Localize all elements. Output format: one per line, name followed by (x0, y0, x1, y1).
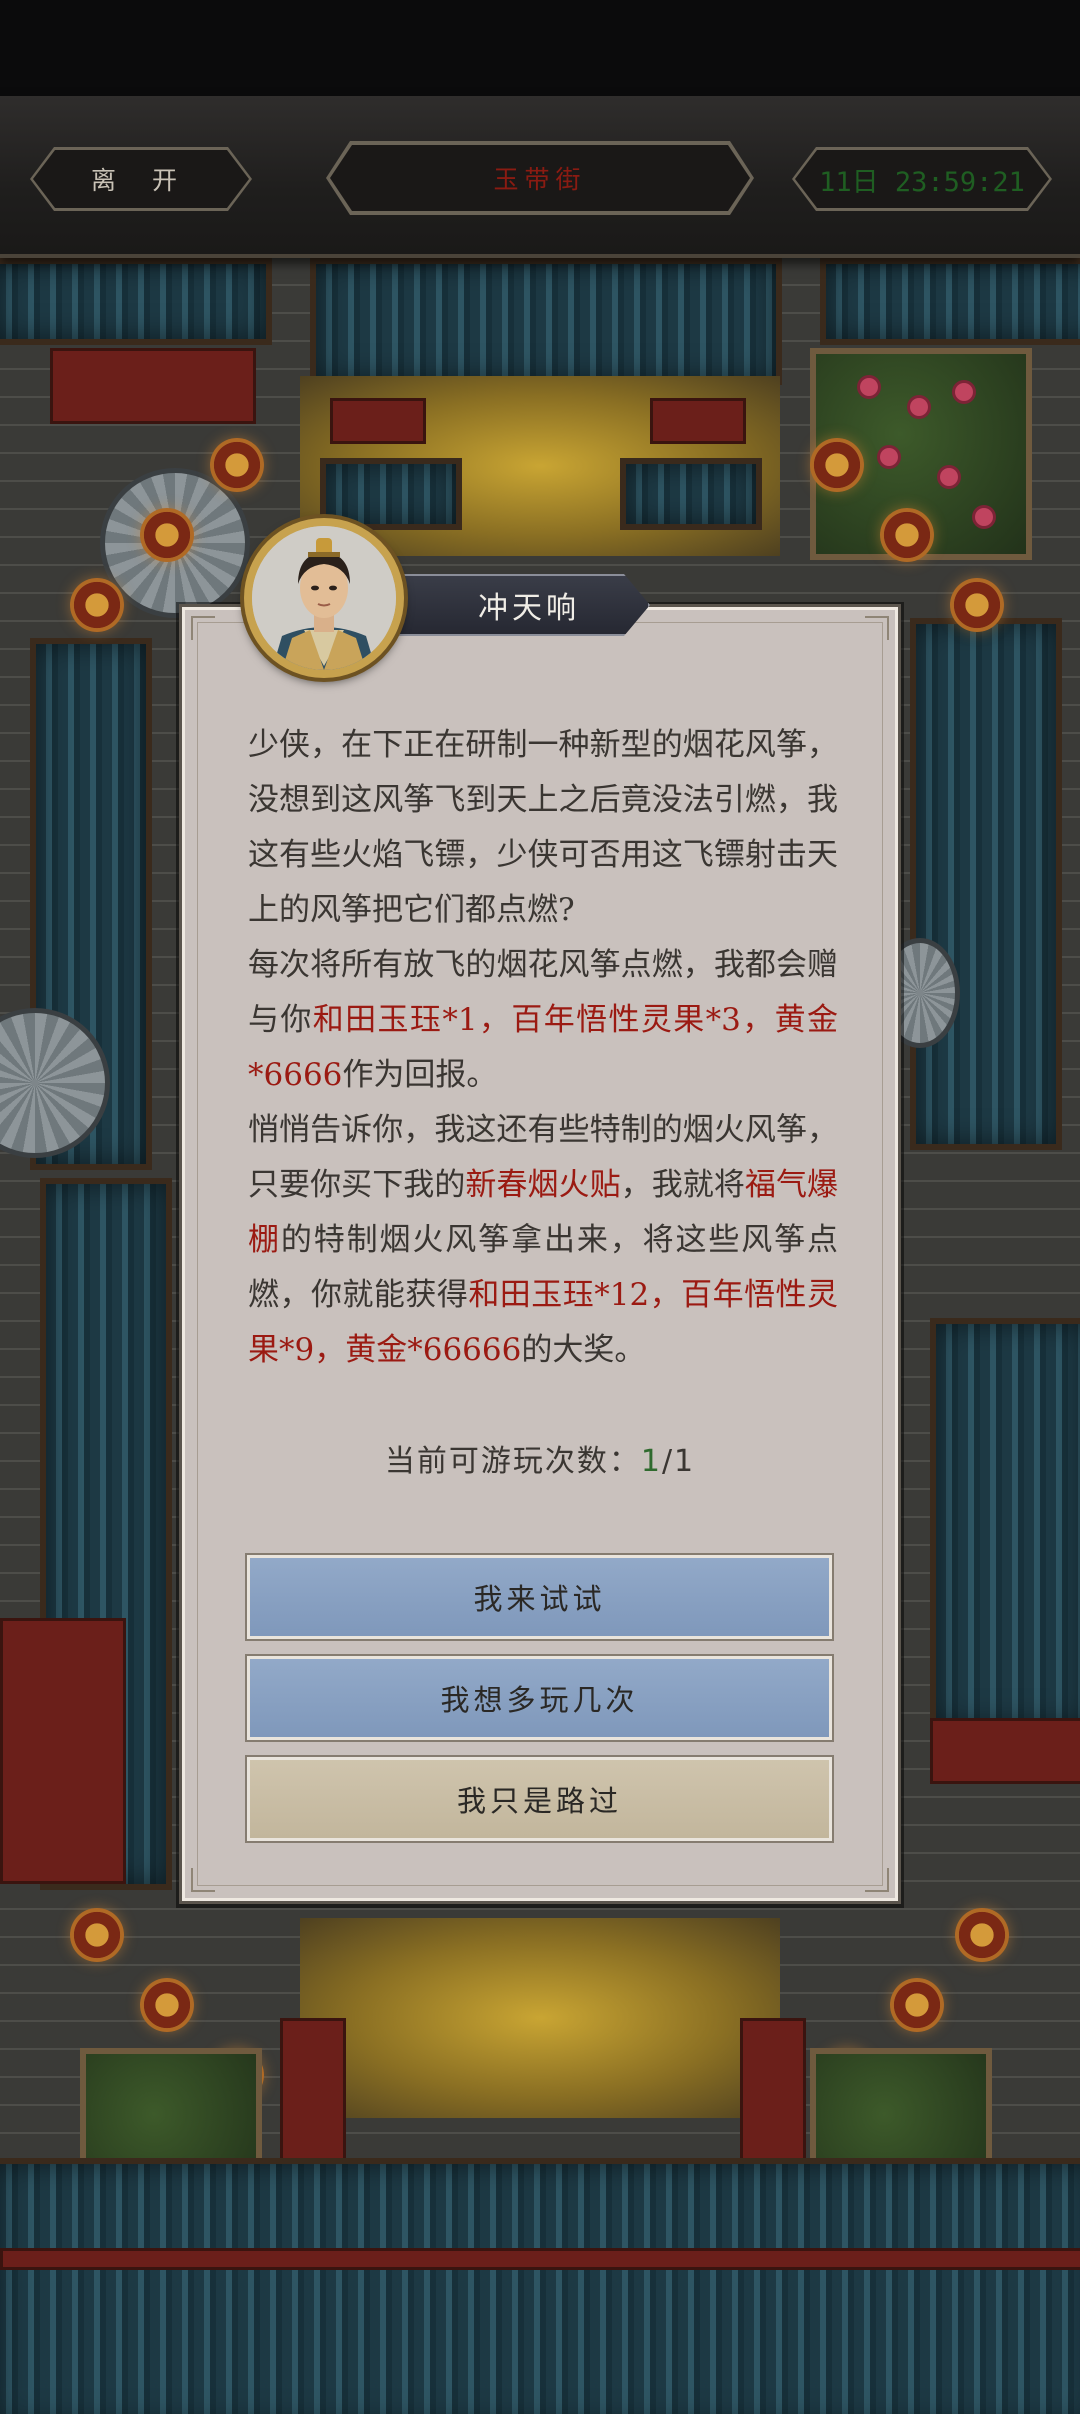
item-highlight: 新春烟火贴 (465, 1167, 621, 1203)
reward-separator: ， (314, 1332, 346, 1368)
street-title: 玉带街 (330, 145, 750, 211)
story-text: ，我就将 (620, 1167, 745, 1203)
reward-separator: ， (477, 1002, 512, 1038)
leave-button[interactable]: 离 开 (33, 150, 249, 208)
pass-by-button-label: 我只是路过 (456, 1784, 622, 1818)
game-screen: 离 开 玉带街 11日 23:59:21 冲天响 少侠，在下正在研制一种新型的烟… (0, 0, 1080, 2414)
red-awning-left (50, 348, 256, 424)
story-text: 少侠，在下正在研制一种新型的烟花风筝，没想到这风筝飞到天上之后竟没法引燃，我这有… (248, 727, 838, 928)
flower (955, 383, 973, 401)
try-button-label: 我来试试 (473, 1582, 606, 1616)
play-count-total: /1 (661, 1444, 696, 1479)
red-table-right (650, 398, 746, 444)
lantern (955, 1908, 1009, 1962)
red-building-left (0, 1618, 126, 1884)
lantern (70, 1908, 124, 1962)
corner-ornament (191, 1868, 215, 1892)
npc-portrait-icon (252, 526, 396, 670)
npc-avatar (244, 518, 404, 678)
reward-highlight: 和田玉珏*1 (312, 1002, 478, 1038)
play-count-current: 1 (640, 1444, 662, 1479)
reward-separator: ， (649, 1277, 682, 1313)
story-paragraph-3: 悄悄告诉你，我这还有些特制的烟火风筝，只要你买下我的新春烟火贴，我就将福气爆棚的… (248, 1103, 838, 1378)
lantern (950, 578, 1004, 632)
reward-separator: ， (740, 1002, 775, 1038)
roof-right-2 (930, 1318, 1080, 1730)
portrait-svg (252, 526, 396, 670)
roof-top-left (0, 258, 272, 345)
lantern (880, 508, 934, 562)
npc-name-plate: 冲天响 (378, 574, 650, 636)
red-pillar-left (280, 2018, 346, 2174)
reward-highlight: 百年悟性灵果*3 (511, 1002, 741, 1038)
roof-bottom (0, 2158, 1080, 2414)
red-beam-bottom (0, 2248, 1080, 2270)
story-paragraph-2: 每次将所有放飞的烟花风筝点燃，我都会赠与你和田玉珏*1，百年悟性灵果*3，黄金*… (248, 938, 838, 1103)
play-more-button[interactable]: 我想多玩几次 (245, 1654, 834, 1742)
lantern (70, 578, 124, 632)
story-paragraph-1: 少侠，在下正在研制一种新型的烟花风筝，没想到这风筝飞到天上之后竟没法引燃，我这有… (248, 718, 838, 938)
courtyard-bottom (300, 1918, 780, 2118)
roof-right-1 (910, 618, 1062, 1150)
play-count: 当前可游玩次数：1/1 (182, 1436, 898, 1480)
flower (940, 468, 958, 486)
countdown-timer: 11日 23:59:21 (795, 150, 1049, 208)
lantern (210, 438, 264, 492)
reward-highlight: 和田玉珏*12 (468, 1277, 650, 1313)
red-pillar-right (740, 2018, 806, 2174)
npc-name: 冲天响 (478, 591, 580, 626)
flower (860, 378, 878, 396)
reward-highlight: 黄金*66666 (345, 1332, 522, 1368)
lantern (810, 438, 864, 492)
dialog-story-text: 少侠，在下正在研制一种新型的烟花风筝，没想到这风筝飞到天上之后竟没法引燃，我这有… (248, 718, 838, 1378)
corner-ornament (865, 616, 889, 640)
red-rail-right (930, 1718, 1080, 1784)
flower (880, 448, 898, 466)
play-count-label: 当前可游玩次数： (384, 1444, 641, 1479)
status-bar (0, 0, 1080, 96)
try-button[interactable]: 我来试试 (245, 1553, 834, 1641)
lantern (140, 508, 194, 562)
story-text: 的大奖。 (521, 1332, 646, 1368)
play-more-button-label: 我想多玩几次 (440, 1683, 639, 1717)
flower (975, 508, 993, 526)
roof-gate-right (620, 458, 762, 530)
corner-ornament (865, 1868, 889, 1892)
story-text: 作为回报。 (342, 1057, 498, 1093)
roof-top-center (310, 258, 782, 385)
pass-by-button[interactable]: 我只是路过 (245, 1755, 834, 1843)
red-table-left (330, 398, 426, 444)
roof-top-right (820, 258, 1080, 345)
lantern (140, 1978, 194, 2032)
lantern (890, 1978, 944, 2032)
flower (910, 398, 928, 416)
corner-ornament (191, 616, 215, 640)
